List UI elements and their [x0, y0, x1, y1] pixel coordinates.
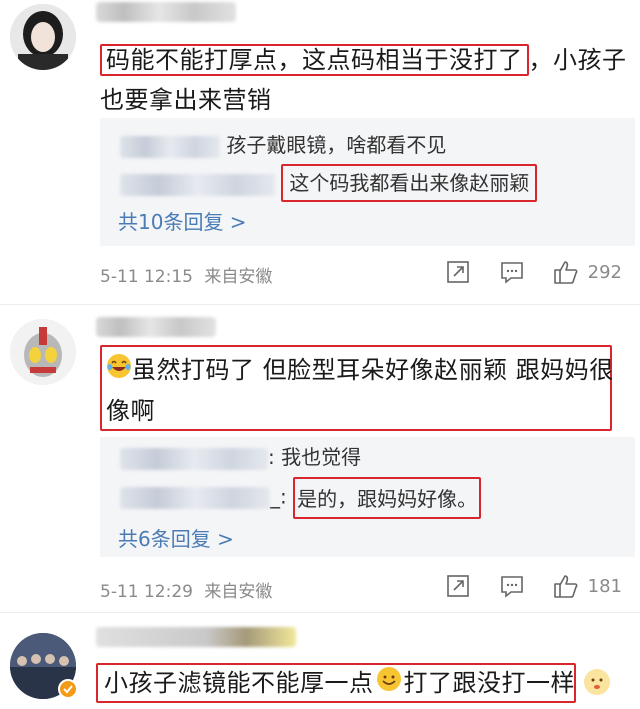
username-blurred[interactable] — [96, 627, 296, 647]
view-replies-link[interactable]: 共6条回复 > — [118, 523, 234, 552]
laughing-emoji — [106, 351, 132, 391]
comment-text: 虽然打码了 但脸型耳朵好像赵丽颖 跟妈妈很 像啊 — [106, 350, 614, 431]
reply-username-blurred[interactable] — [120, 173, 275, 196]
like-count: 181 — [587, 575, 622, 597]
view-replies-link[interactable]: 共10条回复 > — [118, 206, 247, 235]
avatar-image — [10, 4, 76, 70]
smile-emoji — [376, 664, 402, 704]
share-icon[interactable] — [444, 258, 472, 286]
avatar-image — [10, 319, 76, 385]
reply-item: 孩子戴眼镜，啥都看不见 — [120, 128, 446, 162]
reply-username-blurred[interactable] — [120, 447, 268, 470]
comment-icon[interactable] — [498, 572, 526, 600]
verified-badge-icon — [58, 679, 78, 703]
comment-text: 小孩子滤镜能不能厚一点 打了跟没打一样 — [104, 663, 575, 704]
timestamp: 5-11 12:29 — [100, 582, 193, 602]
avatar[interactable] — [10, 4, 76, 70]
comment-text: 码能不能打厚点，这点码相当于没打了 ，小孩子也要拿出来营销 — [100, 44, 627, 114]
comment-meta: 5-11 12:15 来自安徽 — [100, 262, 272, 287]
source-location: 来自安徽 — [204, 582, 273, 602]
reply-item: : 我也觉得 — [120, 440, 361, 474]
like-count: 292 — [587, 261, 622, 283]
avatar[interactable] — [10, 319, 76, 385]
highlight-box: 码能不能打厚点，这点码相当于没打了 — [100, 44, 529, 76]
comment-3: 小孩子滤镜能不能厚一点 打了跟没打一样 — [0, 613, 640, 709]
highlight-box: 这个码我都看出来像赵丽颖 — [281, 164, 538, 202]
reply-item: _: 是的，跟妈妈好像。 — [120, 477, 482, 519]
comment-actions: 181 — [418, 572, 622, 600]
username-blurred[interactable] — [96, 2, 236, 22]
comment-meta: 5-11 12:29 来自安徽 — [100, 577, 272, 602]
reply-username-blurred[interactable] — [120, 135, 220, 158]
reply-item: 这个码我都看出来像赵丽颖 — [120, 164, 538, 202]
comment-2: 虽然打码了 但脸型耳朵好像赵丽颖 跟妈妈很 像啊 : 我也觉得 _: 是的，跟妈… — [0, 305, 640, 613]
highlight-box: 是的，跟妈妈好像。 — [293, 477, 482, 519]
comment-icon[interactable] — [498, 258, 526, 286]
thumbs-up-icon[interactable] — [552, 572, 580, 600]
reply-username-blurred[interactable] — [120, 487, 270, 509]
comment-actions: 292 — [418, 258, 622, 286]
reply-box: : 我也觉得 _: 是的，跟妈妈好像。 共6条回复 > — [100, 437, 635, 557]
username-blurred[interactable] — [96, 317, 216, 337]
reply-box: 孩子戴眼镜，啥都看不见 这个码我都看出来像赵丽颖 共10条回复 > — [100, 118, 635, 246]
comment-1: 码能不能打厚点，这点码相当于没打了 ，小孩子也要拿出来营销 孩子戴眼镜，啥都看不见… — [0, 0, 640, 305]
thumbs-up-icon[interactable] — [552, 258, 580, 286]
timestamp: 5-11 12:15 — [100, 267, 193, 287]
smile-emoji — [582, 667, 612, 701]
share-icon[interactable] — [444, 572, 472, 600]
source-location: 来自安徽 — [204, 267, 273, 287]
